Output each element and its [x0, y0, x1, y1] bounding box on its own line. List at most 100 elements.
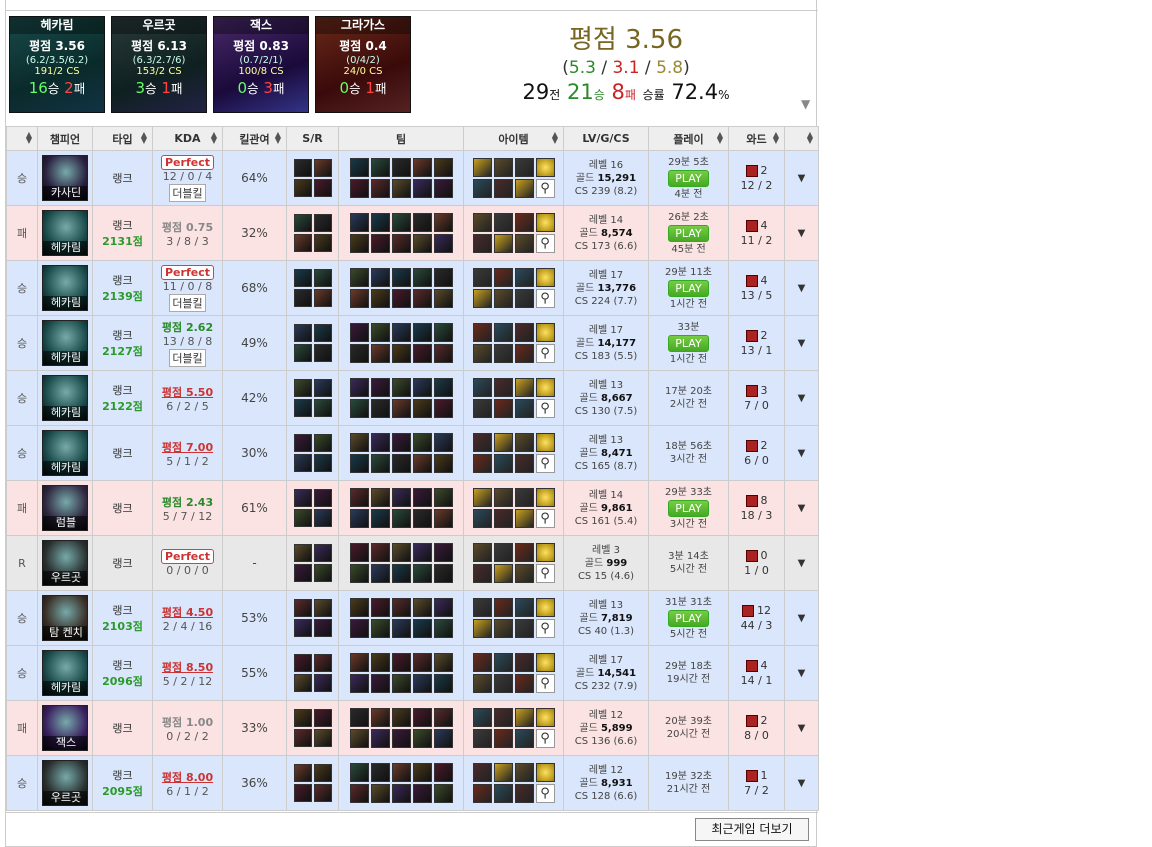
- champion-card[interactable]: 헤카림 평점 3.56 (6.2/3.5/6.2) 191/2 CS 16승 2패: [9, 16, 105, 113]
- team-champion-icon[interactable]: [370, 488, 390, 507]
- header-ward[interactable]: 와드 ▲ ▼: [728, 126, 785, 151]
- team-champion-icon[interactable]: [370, 454, 390, 473]
- spell-rune-icon[interactable]: [293, 599, 312, 617]
- header-level-gold-cs[interactable]: LV/G/CS: [563, 126, 649, 151]
- item-icon[interactable]: [514, 488, 534, 507]
- item-icon[interactable]: [493, 784, 513, 803]
- team-champion-icon[interactable]: [370, 378, 390, 397]
- item-icon[interactable]: [514, 344, 534, 363]
- team-champion-icon[interactable]: [391, 234, 411, 253]
- champion-card[interactable]: 그라가스 평점 0.4 (0/4/2) 24/0 CS 0승 1패: [315, 16, 411, 113]
- team-champion-icon[interactable]: [370, 323, 390, 342]
- item-icon[interactable]: [472, 708, 492, 727]
- item-icon[interactable]: [514, 598, 534, 617]
- team-champion-icon[interactable]: [433, 399, 453, 418]
- spell-rune-icon[interactable]: [293, 159, 312, 177]
- match-row[interactable]: 승 헤카림 랭크 2139점 Perfect 11 / 0 / 8 더블킬 68% ⚲ 레벨 17…: [6, 260, 819, 316]
- item-icon[interactable]: [514, 454, 534, 473]
- spell-rune-icon[interactable]: [313, 619, 332, 637]
- search-icon[interactable]: ⚲: [535, 399, 555, 418]
- item-icon[interactable]: [493, 158, 513, 177]
- spell-rune-icon[interactable]: [313, 434, 332, 452]
- team-champion-icon[interactable]: [433, 653, 453, 672]
- search-icon[interactable]: ⚲: [535, 674, 555, 693]
- team-champion-icon[interactable]: [412, 784, 432, 803]
- header-expand[interactable]: ▲ ▼: [784, 126, 819, 151]
- team-champion-icon[interactable]: [349, 619, 369, 638]
- spell-rune-icon[interactable]: [313, 564, 332, 582]
- team-champion-icon[interactable]: [391, 213, 411, 232]
- header-type[interactable]: 타입 ▲ ▼: [92, 126, 153, 151]
- team-champion-icon[interactable]: [433, 213, 453, 232]
- team-champion-icon[interactable]: [370, 564, 390, 583]
- spell-rune-icon[interactable]: [313, 709, 332, 727]
- spell-rune-icon[interactable]: [293, 729, 312, 747]
- item-icon[interactable]: [493, 399, 513, 418]
- team-champion-icon[interactable]: [391, 653, 411, 672]
- champion-portrait[interactable]: 헤카림: [42, 650, 88, 696]
- match-row[interactable]: 승 헤카림 랭크 2122점 평점 5.50 6 / 2 / 5 42% ⚲ 레벨 13 골드 8…: [6, 370, 819, 426]
- team-champion-icon[interactable]: [433, 729, 453, 748]
- search-icon[interactable]: ⚲: [535, 454, 555, 473]
- header-result[interactable]: ▲ ▼: [6, 126, 38, 151]
- item-icon[interactable]: [514, 323, 534, 342]
- item-icon[interactable]: [493, 653, 513, 672]
- team-champion-icon[interactable]: [433, 598, 453, 617]
- item-icon[interactable]: [493, 454, 513, 473]
- spell-rune-icon[interactable]: [313, 654, 332, 672]
- item-icon[interactable]: [472, 234, 492, 253]
- expand-row-icon[interactable]: ▼: [784, 370, 819, 426]
- spell-rune-icon[interactable]: [293, 454, 312, 472]
- team-champion-icon[interactable]: [370, 509, 390, 528]
- trinket-icon[interactable]: [535, 433, 555, 452]
- team-champion-icon[interactable]: [391, 564, 411, 583]
- team-champion-icon[interactable]: [370, 158, 390, 177]
- team-champion-icon[interactable]: [349, 708, 369, 727]
- spell-rune-icon[interactable]: [293, 379, 312, 397]
- team-champion-icon[interactable]: [412, 674, 432, 693]
- team-champion-icon[interactable]: [370, 399, 390, 418]
- team-champion-icon[interactable]: [433, 784, 453, 803]
- team-champion-icon[interactable]: [412, 598, 432, 617]
- team-champion-icon[interactable]: [433, 543, 453, 562]
- team-champion-icon[interactable]: [349, 268, 369, 287]
- expand-row-icon[interactable]: ▼: [784, 425, 819, 481]
- team-champion-icon[interactable]: [391, 708, 411, 727]
- item-icon[interactable]: [472, 179, 492, 198]
- item-icon[interactable]: [493, 708, 513, 727]
- item-icon[interactable]: [472, 619, 492, 638]
- item-icon[interactable]: [493, 433, 513, 452]
- team-champion-icon[interactable]: [412, 179, 432, 198]
- match-row[interactable]: 패 잭스 랭크 평점 1.00 0 / 2 / 2 33% ⚲ 레벨 12 골드 5,899 CS…: [6, 700, 819, 756]
- team-champion-icon[interactable]: [349, 653, 369, 672]
- team-champion-icon[interactable]: [370, 729, 390, 748]
- item-icon[interactable]: [472, 509, 492, 528]
- team-champion-icon[interactable]: [412, 268, 432, 287]
- trinket-icon[interactable]: [535, 323, 555, 342]
- champion-card[interactable]: 잭스 평점 0.83 (0.7/2/1) 100/8 CS 0승 3패: [213, 16, 309, 113]
- team-champion-icon[interactable]: [412, 399, 432, 418]
- team-champion-icon[interactable]: [349, 488, 369, 507]
- expand-row-icon[interactable]: ▼: [784, 205, 819, 261]
- team-champion-icon[interactable]: [412, 729, 432, 748]
- item-icon[interactable]: [472, 289, 492, 308]
- spell-rune-icon[interactable]: [293, 654, 312, 672]
- trinket-icon[interactable]: [535, 378, 555, 397]
- trinket-icon[interactable]: [535, 268, 555, 287]
- team-champion-icon[interactable]: [433, 674, 453, 693]
- spell-rune-icon[interactable]: [313, 234, 332, 252]
- item-icon[interactable]: [514, 234, 534, 253]
- spell-rune-icon[interactable]: [293, 709, 312, 727]
- team-champion-icon[interactable]: [349, 158, 369, 177]
- team-champion-icon[interactable]: [391, 378, 411, 397]
- champion-portrait[interactable]: 우르곳: [42, 540, 88, 586]
- item-icon[interactable]: [514, 784, 534, 803]
- match-row[interactable]: R 우르곳 랭크 Perfect 0 / 0 / 0- ⚲ 레벨 3 골드 999 CS 15 …: [6, 535, 819, 591]
- team-champion-icon[interactable]: [433, 179, 453, 198]
- item-icon[interactable]: [472, 433, 492, 452]
- team-champion-icon[interactable]: [349, 564, 369, 583]
- spell-rune-icon[interactable]: [313, 454, 332, 472]
- team-champion-icon[interactable]: [349, 378, 369, 397]
- team-champion-icon[interactable]: [391, 454, 411, 473]
- match-row[interactable]: 승 우르곳 랭크 2095점 평점 8.00 6 / 1 / 2 36% ⚲ 레벨 12 골드 8…: [6, 755, 819, 811]
